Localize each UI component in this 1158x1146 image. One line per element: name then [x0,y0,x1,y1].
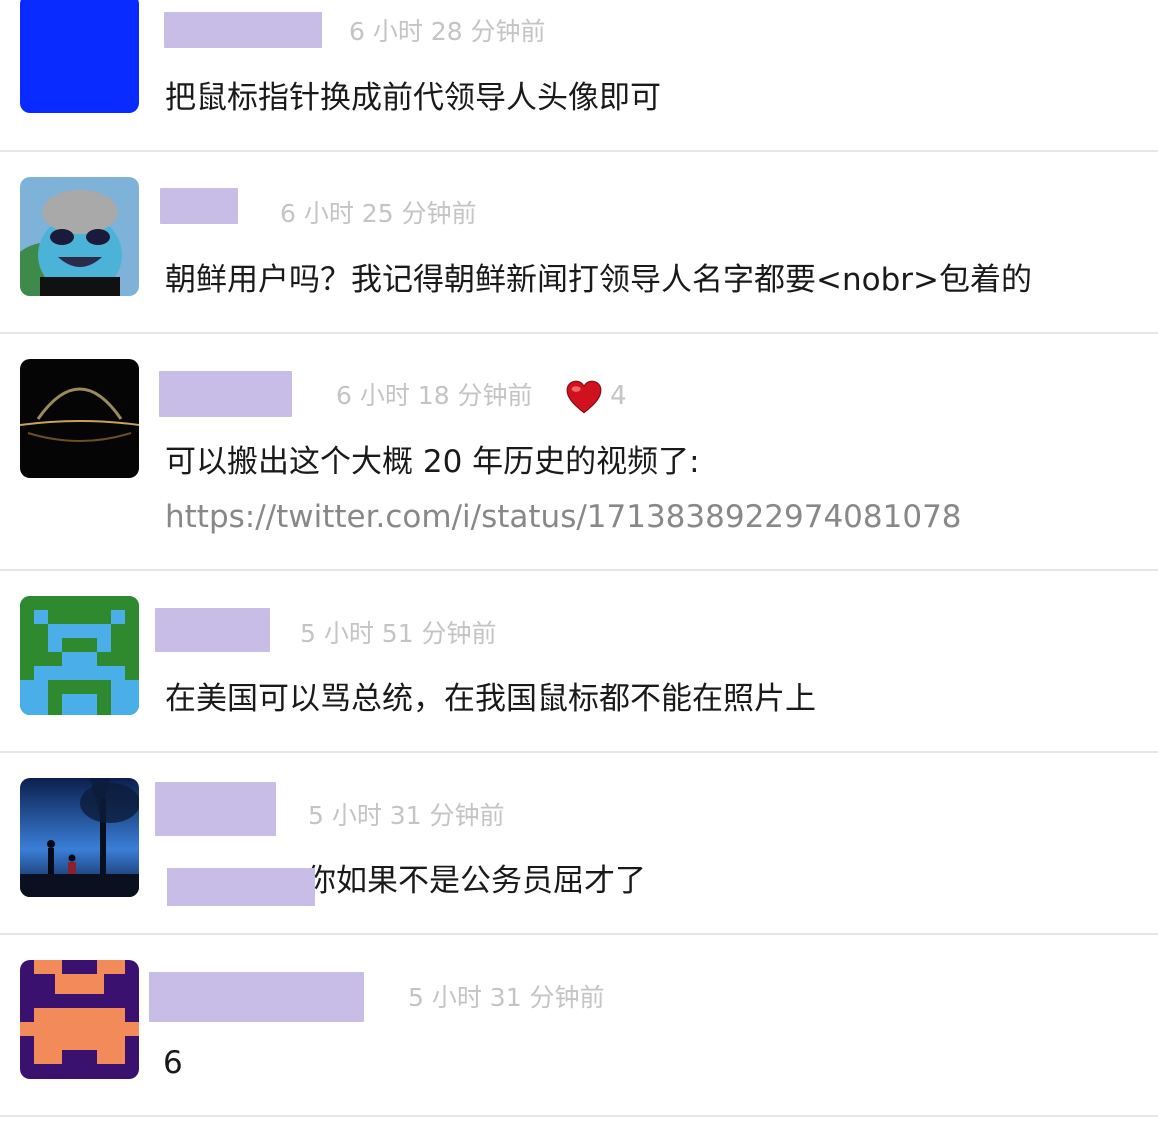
username-redacted[interactable] [164,12,322,48]
reply-content: 可以搬出这个大概 20 年历史的视频了: [165,444,700,480]
reply-content: 6 [163,1045,183,1081]
reply-time: 5 小时 51 分钟前 [300,619,497,648]
username-redacted[interactable] [160,188,238,224]
reply-item: 6 小时 18 分钟前 4 可以搬出这个大概 20 年历史的视频了: https… [0,334,1158,571]
reply-item: 6 小时 28 分钟前 把鼠标指针换成前代领导人头像即可 [0,0,1158,152]
reply-item: 5 小时 31 分钟前 6 [0,935,1158,1117]
username-redacted[interactable] [155,782,276,836]
reply-time: 5 小时 31 分钟前 [408,983,605,1012]
reply-content: 在美国可以骂总统，在我国鼠标都不能在照片上 [165,681,816,717]
reply-item: 6 小时 25 分钟前 朝鲜用户吗？我记得朝鲜新闻打领导人名字都要<nobr>包… [0,152,1158,334]
reply-time: 6 小时 18 分钟前 [336,381,533,410]
avatar[interactable] [20,778,139,897]
avatar[interactable] [20,177,139,296]
reply-time: 6 小时 28 分钟前 [349,17,546,46]
reply-item: 5 小时 31 分钟前 你如果不是公务员屈才了 [0,753,1158,935]
username-redacted[interactable] [155,608,270,652]
avatar[interactable] [20,596,139,715]
reply-time: 6 小时 25 分钟前 [280,199,477,228]
avatar[interactable] [20,0,139,113]
mention-redacted[interactable] [167,868,315,906]
reply-content: 把鼠标指针换成前代领导人头像即可 [165,80,661,116]
username-redacted[interactable] [149,972,364,1022]
avatar[interactable] [20,960,139,1079]
reply-content: 朝鲜用户吗？我记得朝鲜新闻打领导人名字都要<nobr>包着的 [165,262,1032,298]
avatar[interactable] [20,359,139,478]
thanks-count: 4 [610,381,627,411]
heart-icon[interactable] [566,380,602,416]
reply-item: 5 小时 51 分钟前 在美国可以骂总统，在我国鼠标都不能在照片上 [0,571,1158,753]
reply-link[interactable]: https://twitter.com/i/status/17138389229… [165,495,962,539]
reply-content: 你如果不是公务员屈才了 [305,863,646,899]
reply-time: 5 小时 31 分钟前 [308,801,505,830]
username-redacted[interactable] [159,371,292,417]
